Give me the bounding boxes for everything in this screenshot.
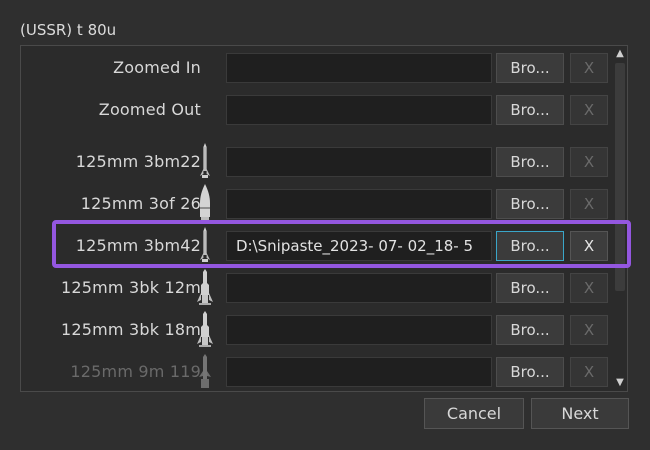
list-item: Zoomed Out Bro... X [21,94,613,126]
apfsds-dart-icon [200,227,210,262]
ammo-list-panel: Zoomed In Bro... X Zoomed Out Bro... X 1… [20,45,628,392]
window-title: (USSR) t 80u [20,21,117,39]
list-item: Zoomed In Bro... X [21,52,613,84]
browse-button[interactable]: Bro... [496,53,564,83]
he-shell-icon [200,184,210,220]
row-label: 125mm 3bk 12m [60,278,201,297]
clear-button[interactable]: X [570,357,608,387]
row-label: Zoomed Out [98,100,201,119]
browse-button[interactable]: Bro... [496,315,564,345]
clear-button[interactable]: X [570,315,608,345]
heat-shell-icon [197,269,213,305]
file-path-input[interactable] [226,357,492,387]
next-button[interactable]: Next [531,398,629,429]
row-label: 125mm 3bk 18m [60,320,201,339]
list-item: 125mm 3bm42 D:\Snipaste_2023- 07- 02_18-… [21,227,613,262]
file-path-input[interactable] [226,315,492,345]
clear-button[interactable]: X [570,231,608,261]
browse-button[interactable]: Bro... [496,231,564,261]
clear-button[interactable]: X [570,53,608,83]
atgm-missile-icon [199,354,211,388]
scroll-thumb[interactable] [615,63,625,291]
heat-shell-icon [197,311,213,347]
clear-button[interactable]: X [570,273,608,303]
row-label: 125mm 3bm22 [75,152,201,171]
clear-button[interactable]: X [570,147,608,177]
file-path-input[interactable] [226,147,492,177]
row-label: 125mm 3of 26 [80,194,201,213]
clear-button[interactable]: X [570,189,608,219]
browse-button[interactable]: Bro... [496,95,564,125]
chevron-down-icon[interactable]: ▼ [613,376,627,390]
browse-button[interactable]: Bro... [496,147,564,177]
row-label: Zoomed In [113,58,201,77]
browse-button[interactable]: Bro... [496,273,564,303]
file-path-input[interactable] [226,53,492,83]
list-item: 125mm 3bk 18m Bro... X [21,311,613,347]
list-item: 125mm 3bm22 Bro... X [21,143,613,178]
file-path-input[interactable] [226,273,492,303]
file-path-input[interactable]: D:\Snipaste_2023- 07- 02_18- 5 [226,231,492,261]
apfsds-dart-icon [200,143,210,178]
list-item: 125mm 3of 26 Bro... X [21,184,613,220]
list-item: 125mm 3bk 12m Bro... X [21,269,613,305]
scrollbar[interactable]: ▲ ▼ [613,46,627,391]
file-path-input[interactable] [226,189,492,219]
browse-button[interactable]: Bro... [496,189,564,219]
cancel-button[interactable]: Cancel [424,398,524,429]
list-item: 125mm 9m 119 Bro... X [21,354,613,388]
browse-button[interactable]: Bro... [496,357,564,387]
chevron-up-icon[interactable]: ▲ [613,47,627,61]
file-path-input[interactable] [226,95,492,125]
row-label: 125mm 9m 119 [70,362,201,381]
row-label: 125mm 3bm42 [75,236,201,255]
clear-button[interactable]: X [570,95,608,125]
scroll-track[interactable] [615,63,625,375]
